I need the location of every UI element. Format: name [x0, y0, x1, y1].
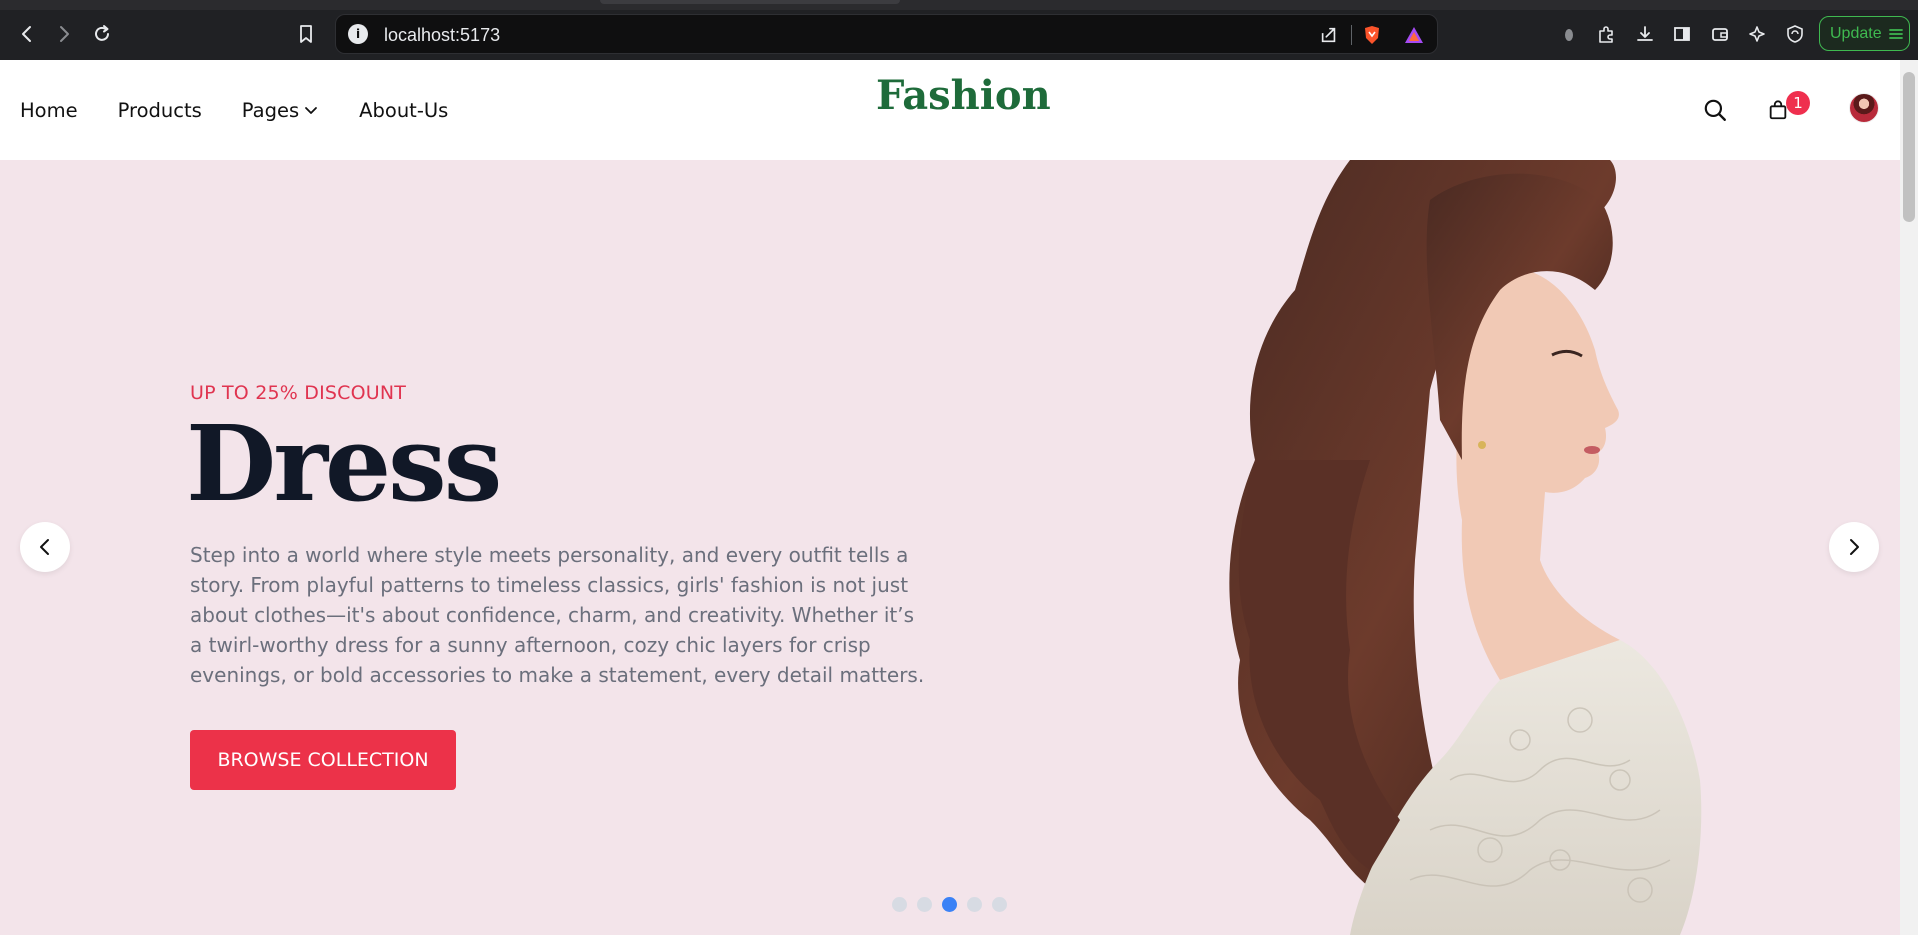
hero-description: Step into a world where style meets pers… [190, 543, 925, 687]
brave-rewards-icon[interactable] [1403, 24, 1425, 46]
carousel-dot[interactable] [892, 897, 907, 912]
discount-label: UP TO 25% DISCOUNT [190, 382, 407, 404]
carousel-dot[interactable] [942, 897, 957, 912]
leo-ai-icon[interactable] [1743, 20, 1771, 48]
nav-pages-label: Pages [241, 98, 300, 122]
nav-pages[interactable]: Pages [242, 99, 319, 122]
site-logo[interactable]: Fashion [876, 72, 1051, 119]
chevron-down-icon [305, 107, 318, 114]
tab-strip [0, 0, 1918, 10]
share-icon[interactable] [1318, 24, 1340, 46]
vpn-shield-icon[interactable] [1781, 20, 1809, 48]
active-tab[interactable] [600, 0, 900, 4]
hero-title: Dress [186, 402, 502, 525]
download-icon[interactable] [1631, 20, 1659, 48]
brave-shield-icon[interactable] [1361, 24, 1383, 46]
nav-about-us[interactable]: About-Us [359, 99, 448, 122]
prev-slide-button[interactable] [20, 522, 70, 572]
carousel-dot[interactable] [967, 897, 982, 912]
carousel-dot[interactable] [917, 897, 932, 912]
user-avatar[interactable] [1849, 93, 1879, 123]
chevron-left-icon [40, 539, 49, 555]
search-icon[interactable] [1700, 95, 1730, 125]
scrollbar-thumb[interactable] [1903, 72, 1915, 222]
site-info-icon[interactable]: i [348, 24, 368, 44]
site-header: Home Products Pages About-Us Fashion [0, 60, 1900, 160]
chevron-right-icon [1850, 539, 1859, 555]
browse-collection-button[interactable]: BROWSE COLLECTION [190, 730, 456, 790]
menu-icon [1888, 28, 1903, 39]
forward-icon[interactable] [50, 20, 78, 48]
sidebar-icon[interactable] [1668, 20, 1696, 48]
extensions-icon[interactable] [1592, 20, 1620, 48]
extension-dot-icon[interactable] [1555, 20, 1583, 48]
browser-toolbar: i localhost:5173 Update [0, 0, 1918, 60]
hero-slider: UP TO 25% DISCOUNT Dress Step into a wor… [0, 160, 1900, 935]
url-text[interactable]: localhost:5173 [384, 25, 500, 46]
carousel-dot[interactable] [992, 897, 1007, 912]
back-icon[interactable] [13, 20, 41, 48]
divider [1351, 25, 1352, 45]
next-slide-button[interactable] [1829, 522, 1879, 572]
main-nav: Home Products Pages About-Us [20, 60, 448, 160]
cart-count-badge: 1 [1786, 91, 1810, 115]
nav-products[interactable]: Products [118, 99, 202, 122]
page-scrollbar[interactable] [1900, 60, 1918, 935]
bookmark-icon[interactable] [292, 20, 320, 48]
update-label: Update [1830, 24, 1882, 42]
update-button[interactable]: Update [1819, 16, 1910, 51]
carousel-dots [892, 897, 1007, 912]
reload-icon[interactable] [88, 20, 116, 48]
address-bar[interactable]: i localhost:5173 [335, 14, 1438, 54]
wallet-icon[interactable] [1706, 20, 1734, 48]
nav-home[interactable]: Home [20, 99, 78, 122]
hero-model-image [1229, 160, 1702, 935]
